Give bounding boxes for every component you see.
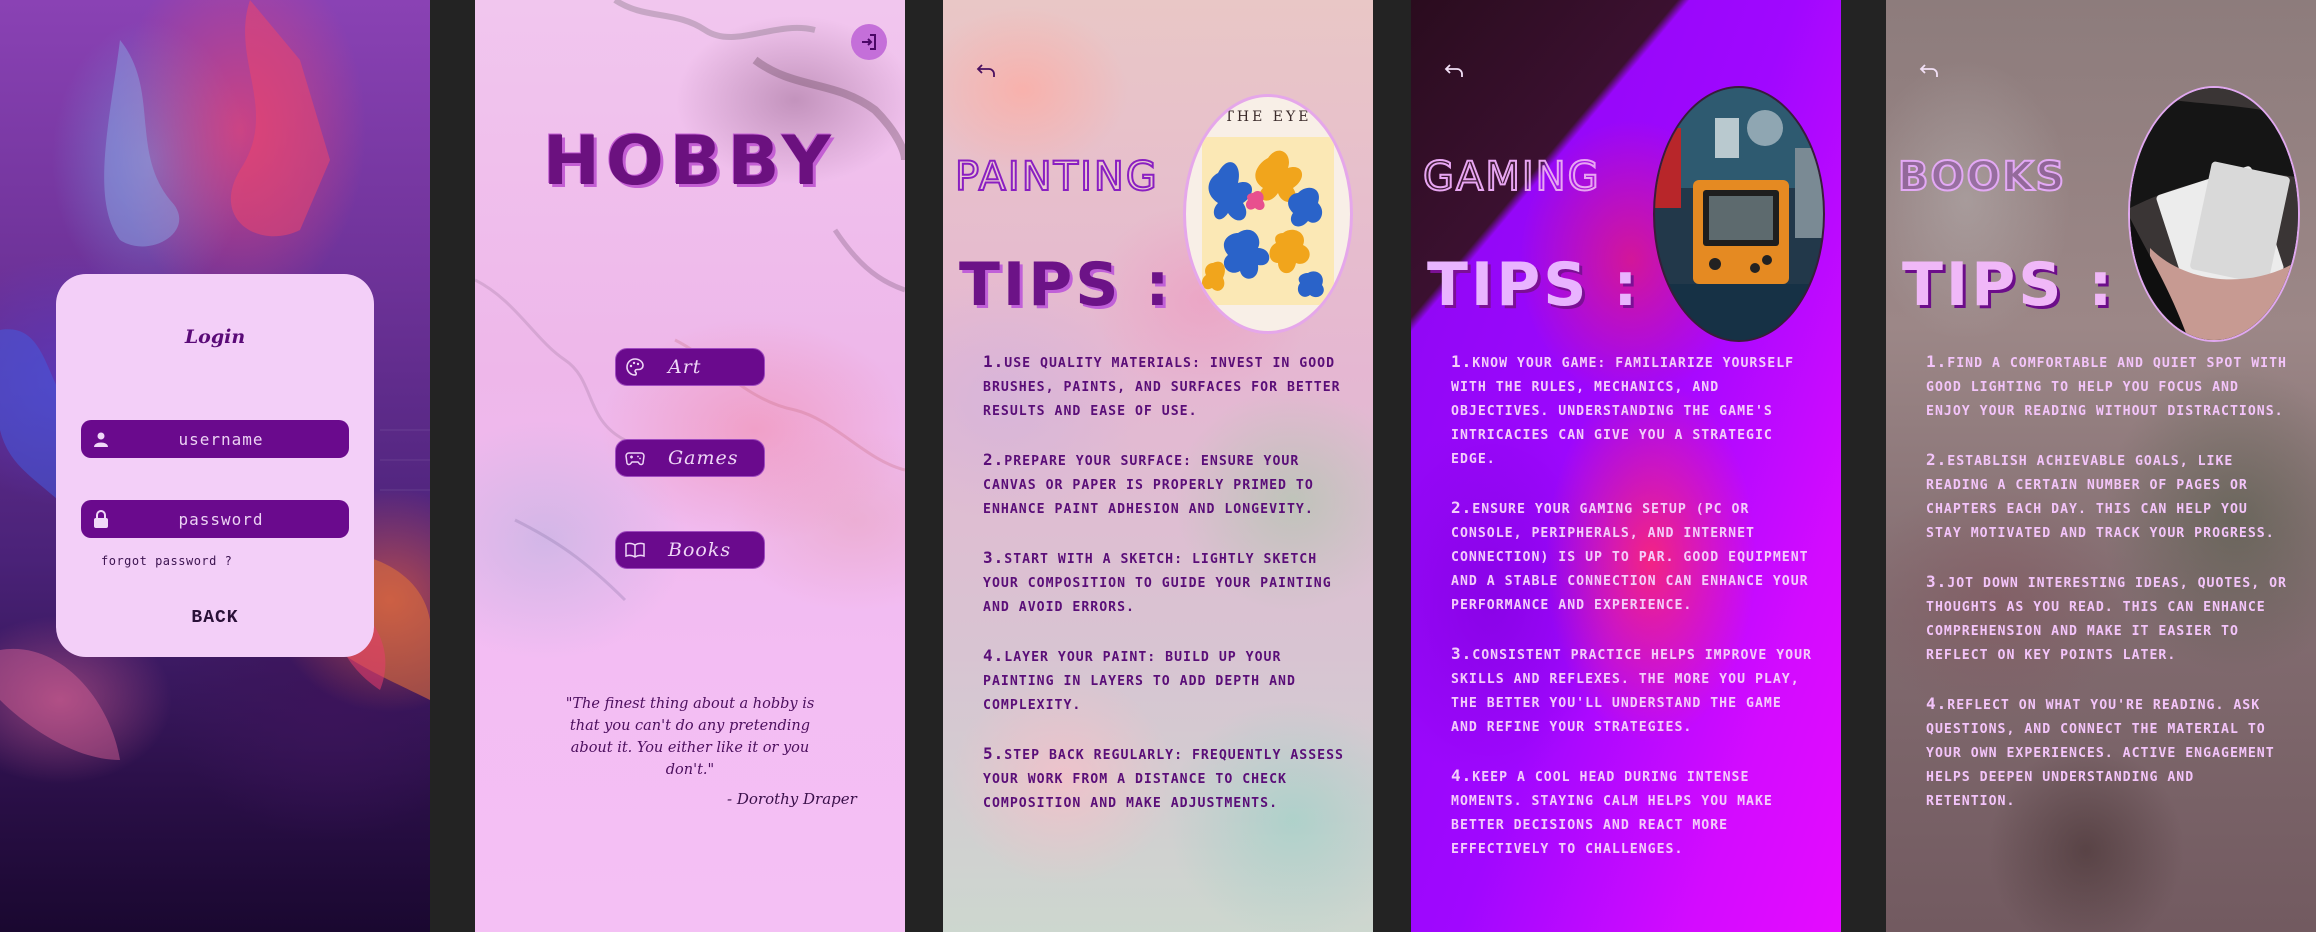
tips-title: TIPS : [1427, 250, 1641, 320]
books-label: Books [668, 539, 732, 561]
gaming-tips-screen: GAMING TIPS : 1.KNOW YOUR GAME: FAMILIAR… [1411, 0, 1841, 932]
logout-button[interactable] [851, 24, 887, 60]
username-field[interactable] [81, 420, 349, 458]
user-icon [81, 431, 121, 447]
undo-arrow-icon [1919, 64, 1938, 77]
painting-image: THE EYE [1183, 94, 1353, 334]
tips-list: 1.KNOW YOUR GAME: FAMILIARIZE YOURSELF W… [1451, 350, 1816, 886]
lock-icon [81, 510, 121, 528]
login-screen: Login forgot password ? BACK [0, 0, 430, 932]
art-button[interactable]: Art [615, 348, 765, 386]
tip-item: 3.CONSISTENT PRACTICE HELPS IMPROVE YOUR… [1451, 644, 1812, 735]
back-arrow-button[interactable] [973, 58, 999, 84]
abstract-art-illustration [1201, 137, 1334, 305]
painting-tips-screen: PAINTING THE EYE TIPS : 1.USE QUALITY MA… [943, 0, 1373, 932]
undo-arrow-icon [976, 64, 995, 77]
quote-author: - Dorothy Draper [727, 790, 857, 808]
category-title: GAMING [1422, 153, 1601, 201]
tip-item: 1.KNOW YOUR GAME: FAMILIARIZE YOURSELF W… [1451, 352, 1795, 467]
tip-item: 3.JOT DOWN INTERESTING IDEAS, QUOTES, OR… [1926, 572, 2287, 663]
gaming-image [1653, 86, 1825, 342]
username-input[interactable] [121, 429, 321, 449]
books-tips-screen: BOOKS TIPS : 1.FIND A COMFORTABLE AND QU… [1886, 0, 2316, 932]
tip-item: 4.LAYER YOUR PAINT: BUILD UP YOUR PAINTI… [983, 646, 1296, 713]
hobby-quote: "The finest thing about a hobby is that … [565, 696, 815, 778]
login-title: Login [184, 326, 246, 348]
tip-item: 1.FIND A COMFORTABLE AND QUIET SPOT WITH… [1926, 352, 2287, 419]
books-image [2128, 86, 2300, 342]
books-button[interactable]: Books [615, 531, 765, 569]
book-icon [616, 542, 654, 558]
page-title: HOBBY [543, 122, 837, 201]
palette-icon [616, 358, 654, 376]
tip-item: 2.PREPARE YOUR SURFACE: ENSURE YOUR CANV… [983, 450, 1314, 517]
retro-console-illustration [1655, 88, 1823, 340]
tip-item: 5.STEP BACK REGULARLY: FREQUENTLY ASSESS… [983, 744, 1344, 811]
gamepad-icon [616, 450, 654, 466]
back-arrow-button[interactable] [1441, 58, 1467, 84]
tip-item: 2.ESTABLISH ACHIEVABLE GOALS, LIKE READI… [1926, 450, 2275, 541]
games-label: Games [668, 447, 739, 469]
hobby-menu-screen: HOBBY Art Games Books "The finest thing … [475, 0, 905, 932]
books-in-bag-illustration [2130, 88, 2298, 340]
password-field[interactable] [81, 500, 349, 538]
tip-item: 3.START WITH A SKETCH: LIGHTLY SKETCH YO… [983, 548, 1332, 615]
logout-icon [862, 34, 876, 50]
login-card: Login forgot password ? BACK [56, 274, 374, 657]
tips-list: 1.USE QUALITY MATERIALS: INVEST IN GOOD … [983, 350, 1348, 840]
category-title: BOOKS [1897, 153, 2067, 201]
undo-arrow-icon [1444, 64, 1463, 77]
back-button[interactable]: BACK [56, 608, 374, 628]
tip-item: 2.ENSURE YOUR GAMING SETUP (PC OR CONSOL… [1451, 498, 1809, 613]
tips-title: TIPS : [959, 250, 1173, 320]
tip-item: 4.REFLECT ON WHAT YOU'RE READING. ASK QU… [1926, 694, 2275, 809]
image-caption: THE EYE [1224, 109, 1312, 125]
category-title: PAINTING [954, 153, 1159, 201]
art-label: Art [668, 356, 702, 378]
tip-item: 1.USE QUALITY MATERIALS: INVEST IN GOOD … [983, 352, 1341, 419]
tip-item: 4.KEEP A COOL HEAD DURING INTENSE MOMENT… [1451, 766, 1773, 857]
games-button[interactable]: Games [615, 439, 765, 477]
tips-list: 1.FIND A COMFORTABLE AND QUIET SPOT WITH… [1926, 350, 2291, 838]
password-input[interactable] [121, 509, 321, 529]
forgot-password-link[interactable]: forgot password ? [101, 554, 232, 568]
back-arrow-button[interactable] [1916, 58, 1942, 84]
tips-title: TIPS : [1902, 250, 2116, 320]
